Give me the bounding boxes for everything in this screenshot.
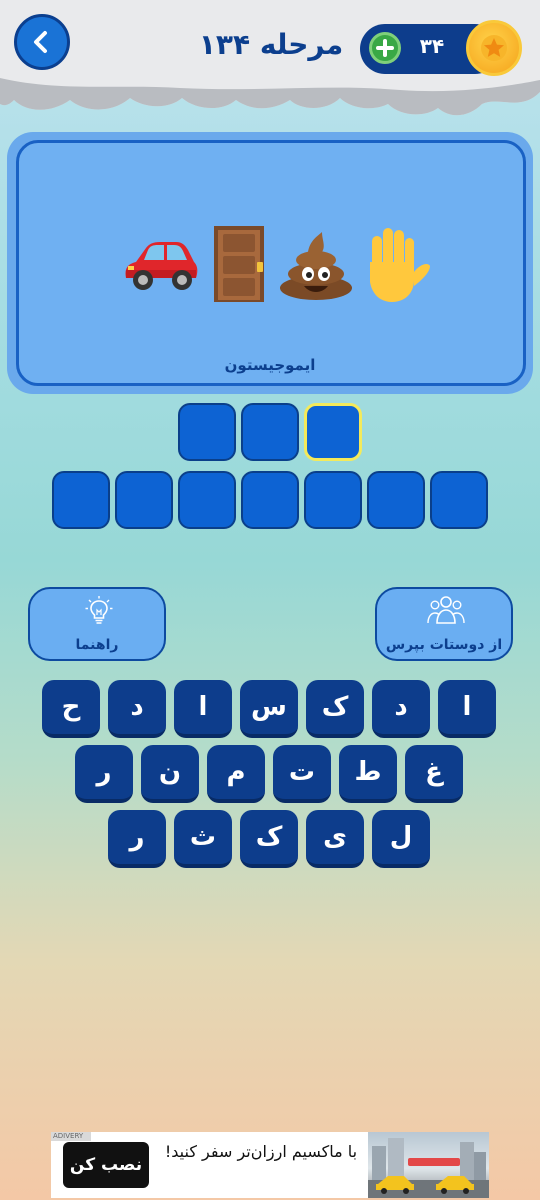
letter-key[interactable]: س bbox=[240, 680, 298, 738]
letter-key[interactable]: غ bbox=[405, 745, 463, 803]
coin-star bbox=[466, 20, 522, 76]
answer-slot[interactable] bbox=[367, 471, 425, 529]
letter-key[interactable]: ت bbox=[273, 745, 331, 803]
answer-slot[interactable] bbox=[52, 471, 110, 529]
letter-key[interactable]: ل bbox=[372, 810, 430, 868]
back-button[interactable] bbox=[14, 14, 70, 70]
ad-image bbox=[368, 1132, 489, 1198]
letter-key[interactable]: ط bbox=[339, 745, 397, 803]
answer-slot[interactable] bbox=[115, 471, 173, 529]
letter-key[interactable]: ث bbox=[174, 810, 232, 868]
chevron-left-icon bbox=[34, 31, 47, 53]
ad-tag: ADIVERY bbox=[51, 1132, 91, 1141]
letter-key[interactable]: ی bbox=[306, 810, 364, 868]
letter-key[interactable]: ن bbox=[141, 745, 199, 803]
hint-button[interactable]: راهنما bbox=[28, 587, 166, 661]
letter-key[interactable]: ح bbox=[42, 680, 100, 738]
ad-install-button[interactable]: نصب کن bbox=[63, 1142, 149, 1188]
ask-friends-button[interactable]: از دوستات بپرس bbox=[375, 587, 513, 661]
letter-key[interactable]: م bbox=[207, 745, 265, 803]
answer-slot-active[interactable] bbox=[304, 403, 362, 461]
letter-key[interactable]: ا bbox=[174, 680, 232, 738]
raised-hand-emoji-icon bbox=[370, 228, 430, 302]
level-title: مرحله ۱۳۴ bbox=[198, 28, 344, 61]
answer-slot[interactable] bbox=[304, 471, 362, 529]
coin-count: ۳۴ bbox=[419, 34, 445, 58]
pile-of-poo-emoji-icon bbox=[280, 232, 352, 300]
answer-slot[interactable] bbox=[241, 403, 299, 461]
letter-key[interactable]: ر bbox=[75, 745, 133, 803]
ad-image-art bbox=[368, 1138, 489, 1198]
letter-key[interactable]: ک bbox=[306, 680, 364, 738]
letter-key[interactable]: ا bbox=[438, 680, 496, 738]
answer-slot[interactable] bbox=[178, 471, 236, 529]
answer-slot[interactable] bbox=[178, 403, 236, 461]
letter-key[interactable]: ر bbox=[108, 810, 166, 868]
letter-key[interactable]: د bbox=[108, 680, 166, 738]
card-caption: ایموجیستون bbox=[224, 356, 316, 374]
answer-slot[interactable] bbox=[430, 471, 488, 529]
door-emoji-icon bbox=[214, 226, 264, 302]
star-icon bbox=[481, 35, 507, 61]
ad-text: با ماکسیم ارزان‌تر سفر کنید! bbox=[164, 1142, 358, 1161]
letter-key[interactable]: ک bbox=[240, 810, 298, 868]
hint-label: راهنما bbox=[75, 637, 119, 653]
ask-friends-label: از دوستات بپرس bbox=[385, 637, 503, 653]
letter-key[interactable]: د bbox=[372, 680, 430, 738]
friends-icon bbox=[427, 596, 465, 624]
plus-icon bbox=[376, 39, 394, 57]
add-coins-button[interactable] bbox=[369, 32, 401, 64]
lightbulb-icon bbox=[85, 596, 113, 624]
car-emoji-icon bbox=[125, 242, 198, 290]
answer-slot[interactable] bbox=[241, 471, 299, 529]
